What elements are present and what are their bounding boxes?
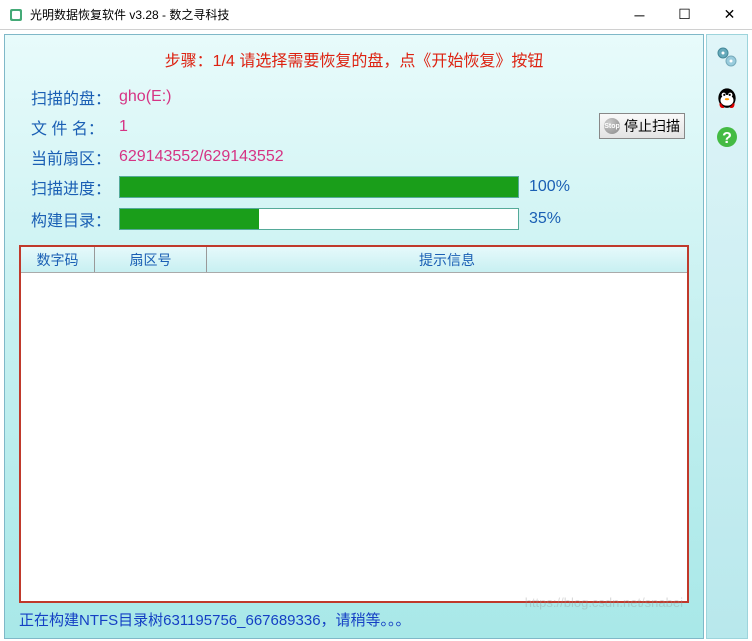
disk-value: gho(E:) [119,88,171,106]
col-sector[interactable]: 扇区号 [95,247,207,272]
stop-button-label: 停止扫描 [624,116,680,136]
window-controls: ─ ☐ ✕ [617,0,752,29]
filename-value: 1 [119,118,128,136]
sector-value: 629143552/629143552 [119,148,284,166]
main-panel: 步骤：1/4 请选择需要恢复的盘，点《开始恢复》按钮 扫描的盘： gho(E:)… [4,34,704,639]
status-text: 正在构建NTFS目录树631195756_667689336，请稍等。。。 [19,609,689,630]
table-body [21,273,687,601]
disk-row: 扫描的盘： gho(E:) [31,85,689,109]
table-header: 数字码 扇区号 提示信息 [21,247,687,273]
result-table: 数字码 扇区号 提示信息 [19,245,689,603]
close-button[interactable]: ✕ [707,0,752,29]
settings-icon[interactable] [713,43,741,71]
help-icon[interactable]: ? [713,123,741,151]
sector-row: 当前扇区： 629143552/629143552 [31,145,689,169]
sector-label: 当前扇区： [31,145,119,169]
scan-progress-bar [119,176,519,198]
titlebar: 光明数据恢复软件 v3.28 - 数之寻科技 ─ ☐ ✕ [0,0,752,30]
scan-progress-row: 扫描进度： 100% [31,175,689,199]
window-title: 光明数据恢复软件 v3.28 - 数之寻科技 [30,6,617,23]
col-message[interactable]: 提示信息 [207,247,687,272]
stop-scan-button[interactable]: Stop 停止扫描 [599,113,685,139]
stop-icon: Stop [604,118,620,134]
scan-progress-label: 扫描进度： [31,175,119,199]
build-progress-label: 构建目录： [31,207,119,231]
col-code[interactable]: 数字码 [21,247,95,272]
build-progress-row: 构建目录： 35% [31,207,689,231]
qq-icon[interactable] [713,83,741,111]
minimize-button[interactable]: ─ [617,0,662,29]
disk-label: 扫描的盘： [31,85,119,109]
step-instruction: 步骤：1/4 请选择需要恢复的盘，点《开始恢复》按钮 [19,47,689,71]
app-icon [8,7,24,23]
build-progress-bar [119,208,519,230]
build-progress-pct: 35% [529,210,573,228]
build-progress-fill [120,209,259,229]
svg-text:?: ? [722,130,732,147]
maximize-button[interactable]: ☐ [662,0,707,29]
filename-label: 文 件 名： [31,115,119,139]
sidebar: ? [706,34,748,639]
scan-progress-pct: 100% [529,178,573,196]
filename-row: 文 件 名： 1 [31,115,689,139]
scan-progress-fill [120,177,518,197]
